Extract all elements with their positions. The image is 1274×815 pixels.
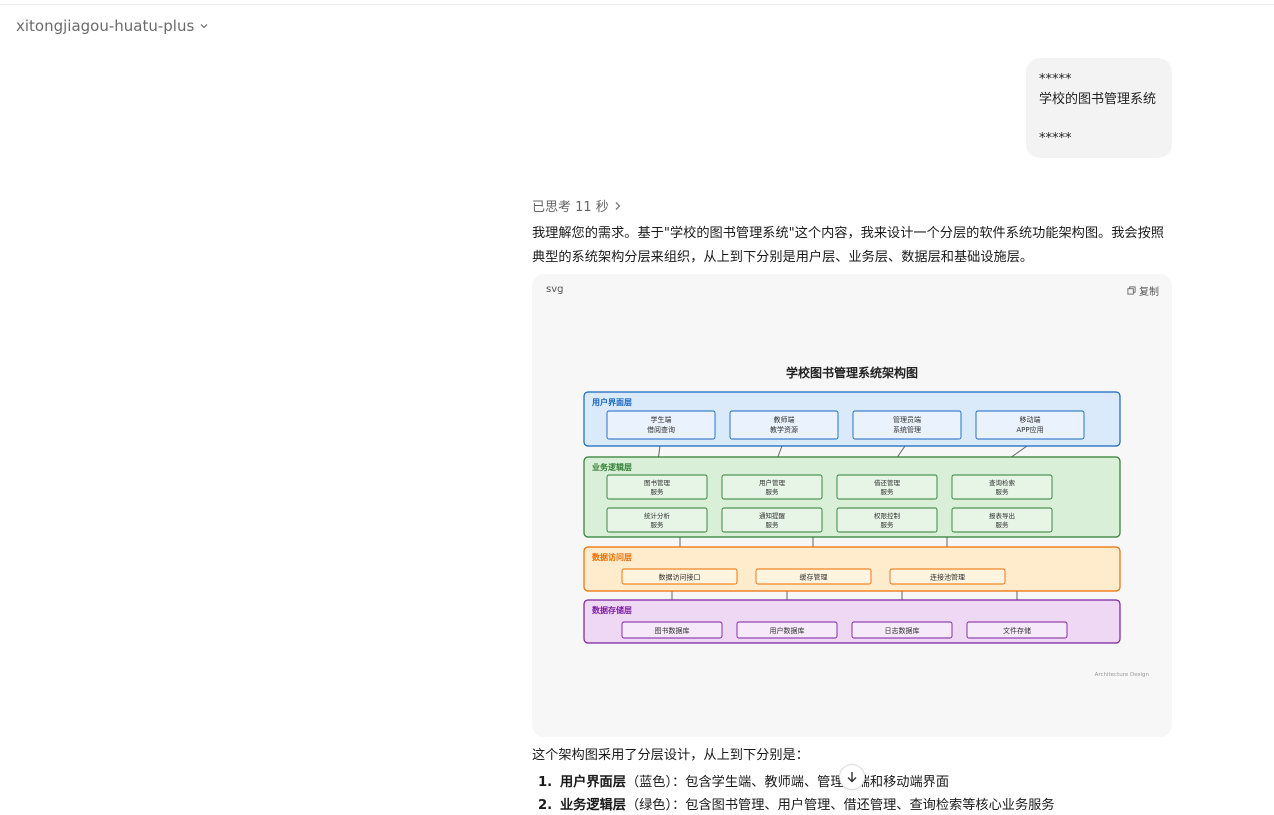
thought-label: 已思考 11 秒 (532, 200, 609, 215)
list-number: 2. (538, 798, 553, 813)
component-label: 学生端 (651, 415, 672, 424)
component-label: 服务 (881, 487, 895, 496)
component-label: 日志数据库 (885, 626, 920, 635)
model-name: xitongjiagou-huatu-plus (16, 17, 195, 35)
scroll-to-bottom-button[interactable] (839, 764, 865, 790)
component-label: 服务 (996, 487, 1010, 496)
assistant-intro: 我理解您的需求。基于"学校的图书管理系统"这个内容，我来设计一个分层的软件系统功… (532, 226, 1164, 265)
component-label: 管理员端 (893, 415, 921, 424)
component-label: 服务 (766, 487, 780, 496)
component-label: 服务 (766, 520, 780, 529)
component-label: 报表导出 (989, 511, 1015, 520)
component-label: 连接池管理 (930, 573, 965, 582)
diagram-title: 学校图书管理系统架构图 (786, 365, 918, 380)
top-divider (0, 4, 1274, 5)
component-label: 数据访问接口 (659, 573, 701, 582)
component-label: 教学资源 (770, 425, 798, 434)
component-label: 权限控制 (874, 511, 901, 520)
copy-icon (1127, 286, 1136, 295)
user-message-line: 学校的图书管理系统 (1039, 92, 1157, 107)
component-label: 服务 (881, 520, 895, 529)
component-label: 查询检索 (989, 478, 1016, 487)
component-label: 文件存储 (1003, 626, 1031, 635)
arrow-down-icon (847, 772, 857, 783)
component-label: APP应用 (1016, 425, 1043, 434)
component-label: 服务 (651, 520, 665, 529)
component-label: 教师端 (774, 415, 795, 424)
component-label: 图书管理 (644, 478, 671, 487)
list-term: 用户界面层 (560, 775, 626, 790)
architecture-diagram: 学校图书管理系统架构图用户界面层业务逻辑层数据访问层数据存储层 学生端借阅查询 教师… (583, 365, 1150, 678)
thought-toggle[interactable]: 已思考 11 秒 (532, 196, 622, 215)
list-desc: （绿色）：包含图书管理、用户管理、借还管理、查询检索等核心业务服务 (625, 798, 1055, 813)
component-label: 图书数据库 (655, 626, 690, 635)
user-message-line: ***** (1039, 131, 1072, 146)
component-label: 统计分析 (644, 511, 671, 520)
list-desc: （蓝色）：包含学生端、教师端、管理员端和移动端界面 (625, 775, 950, 790)
user-message-spacer (1039, 110, 1159, 129)
chevron-down-icon (200, 24, 208, 29)
component-label: 用户数据库 (770, 626, 805, 635)
copy-label: 复制 (1139, 287, 1159, 298)
code-block: 学校图书管理系统架构图用户界面层业务逻辑层数据访问层数据存储层 学生端 借阅查询 教师… (532, 274, 1172, 737)
summary-text: 这个架构图采用了分层设计，从上到下分别是： (532, 748, 809, 763)
chevron-right-icon (615, 201, 621, 210)
layer-label: 业务逻辑层 (592, 462, 632, 472)
layer-list: 1. 用户界面层 （蓝色）：包含学生端、教师端、管理员端和移动端界面 2. 业务… (538, 771, 1055, 815)
list-item: 2. 业务逻辑层 （绿色）：包含图书管理、用户管理、借还管理、查询检索等核心业务… (538, 794, 1055, 815)
component-label: 服务 (996, 520, 1010, 529)
diagram-footer: Architecture Design (1095, 672, 1150, 678)
component-label: 用户管理 (759, 478, 786, 487)
user-message-bubble: ***** 学校的图书管理系统 ***** (1026, 58, 1172, 158)
layer-label: 数据访问层 (592, 552, 632, 562)
component-label: 移动端 (1020, 415, 1041, 424)
component-label: 缓存管理 (800, 573, 828, 582)
code-language: svg (546, 284, 564, 295)
copy-button[interactable]: 复制 (1127, 283, 1159, 298)
component-label: 服务 (651, 487, 665, 496)
component-label: 通知提醒 (759, 511, 786, 520)
component-label: 借阅查询 (647, 425, 675, 434)
layer-label: 用户界面层 (591, 397, 632, 407)
model-selector[interactable]: xitongjiagou-huatu-plus (16, 17, 209, 35)
layer-label: 数据存储层 (592, 605, 632, 615)
component-label: 借还管理 (874, 478, 901, 487)
component-label: 系统管理 (893, 425, 921, 434)
list-term: 业务逻辑层 (560, 798, 626, 813)
list-number: 1. (538, 775, 553, 790)
list-item: 1. 用户界面层 （蓝色）：包含学生端、教师端、管理员端和移动端界面 (538, 771, 1055, 794)
user-message-line: ***** (1039, 72, 1072, 87)
